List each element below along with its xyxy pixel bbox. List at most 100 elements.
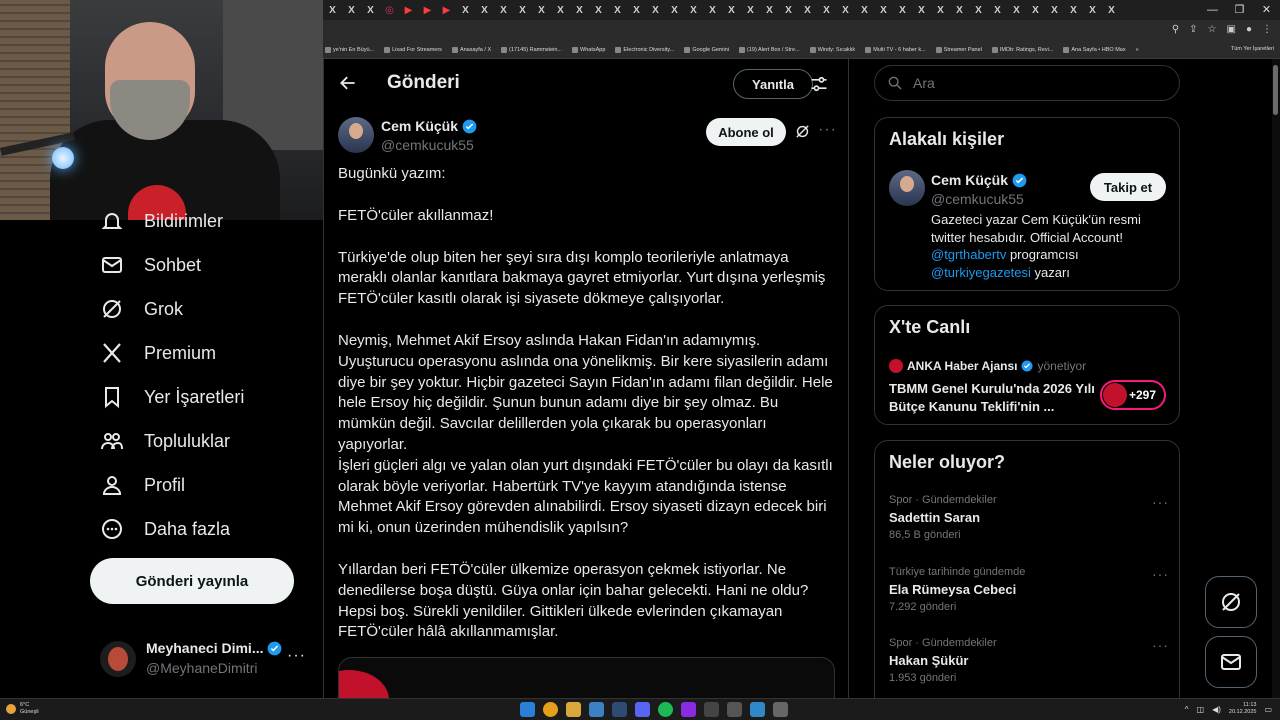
subscribe-button[interactable]: Abone ol (706, 118, 786, 146)
browser-tab[interactable]: X (798, 0, 817, 20)
nav-item-premium[interactable]: Premium (100, 339, 216, 367)
scrollbar-thumb[interactable] (1273, 65, 1278, 115)
browser-tab[interactable]: X (532, 0, 551, 20)
sliders-icon[interactable] (809, 74, 829, 94)
browser-tab[interactable]: ◎ (380, 0, 399, 20)
browser-tab[interactable]: ▶ (437, 0, 456, 20)
bookmark-item[interactable]: Anasayfa / X (451, 47, 491, 53)
extensions-icon[interactable]: ▣ (1227, 24, 1236, 35)
bio-mention-link[interactable]: @turkiyegazetesi (931, 265, 1031, 280)
all-bookmarks-button[interactable]: Tüm Yer İşaretleri (1231, 46, 1274, 52)
browser-tab[interactable]: ▶ (399, 0, 418, 20)
live-listener-count[interactable]: +297 (1100, 380, 1166, 410)
nav-item-profile[interactable]: Profil (100, 471, 185, 499)
windows-start-icon[interactable] (520, 702, 535, 717)
bookmark-item[interactable]: Multi TV - 6 haber k... (865, 47, 926, 53)
trend-item[interactable]: Türkiye tarihinde gündemde Ela Rümeysa C… (889, 566, 1169, 613)
bio-mention-link[interactable]: @tgrthabertv (931, 247, 1006, 262)
bookmark-item[interactable]: Google Gemini (684, 47, 729, 53)
app-icon[interactable] (589, 702, 604, 717)
menu-icon[interactable]: ⋮ (1262, 24, 1272, 35)
more-options-icon[interactable]: ··· (1152, 566, 1169, 582)
nav-item-communities[interactable]: Topluluklar (100, 427, 230, 455)
bookmark-item[interactable]: (19) Alert Box / Stre... (739, 47, 800, 53)
bookmark-item[interactable]: Streamer Panel (935, 47, 982, 53)
grok-icon[interactable] (794, 123, 811, 140)
folder-icon[interactable] (566, 702, 581, 717)
browser-tab[interactable]: X (665, 0, 684, 20)
app-icon[interactable] (681, 702, 696, 717)
more-options-icon[interactable]: ··· (1152, 494, 1169, 510)
more-options-icon[interactable]: ··· (287, 647, 306, 665)
minimize-button[interactable]: — (1199, 0, 1226, 20)
post-media[interactable] (338, 657, 835, 698)
avatar[interactable] (889, 170, 925, 206)
related-name-row[interactable]: Cem Küçük (931, 172, 1027, 188)
nav-item-messages[interactable]: Sohbet (100, 251, 201, 279)
nav-item-more[interactable]: Daha fazla (100, 515, 230, 543)
page-scrollbar[interactable] (1272, 59, 1280, 698)
weather-widget[interactable]: 6°C Güneşli (6, 702, 39, 716)
bookmark-item[interactable]: ye'nin En Büyü... (325, 47, 374, 53)
account-switcher[interactable]: Meyhaneci Dimi... @MeyhaneDimitri ··· (100, 635, 310, 683)
bookmark-item[interactable]: WhatsApp (572, 47, 605, 53)
trend-item[interactable]: Spor · Gündemdekiler Hakan Şükür 1.953 g… (889, 637, 1169, 684)
profile-icon[interactable]: ● (1246, 24, 1252, 35)
trend-item[interactable]: Spor · Gündemdekiler Sadettin Saran 86,5… (889, 494, 1169, 541)
browser-tab[interactable]: X (893, 0, 912, 20)
post-button[interactable]: Gönderi yayınla (90, 558, 294, 604)
notifications-icon[interactable]: ▭ (1264, 705, 1272, 714)
bookmark-item[interactable]: Windy: Sıcaklık (809, 47, 855, 53)
browser-tab[interactable]: X (494, 0, 513, 20)
browser-tab[interactable]: X (1102, 0, 1121, 20)
volume-icon[interactable]: ◀) (1212, 705, 1221, 714)
app-icon[interactable] (773, 702, 788, 717)
spotify-icon[interactable] (658, 702, 673, 717)
steam-icon[interactable] (612, 702, 627, 717)
browser-tab[interactable]: X (1007, 0, 1026, 20)
grok-fab-button[interactable] (1205, 576, 1257, 628)
browser-tab[interactable]: X (1026, 0, 1045, 20)
discord-icon[interactable] (635, 702, 650, 717)
bookmark-item[interactable]: Lixad For Streamers (384, 47, 442, 53)
share-icon[interactable]: ⇪ (1189, 24, 1197, 35)
browser-tab[interactable]: X (608, 0, 627, 20)
browser-tab[interactable]: X (836, 0, 855, 20)
browser-tab[interactable]: X (741, 0, 760, 20)
app-icon[interactable] (727, 702, 742, 717)
author-name-row[interactable]: Cem Küçük (381, 118, 477, 134)
search-input[interactable]: Ara (874, 65, 1180, 101)
nav-item-grok[interactable]: Grok (100, 295, 183, 323)
browser-tab[interactable]: X (361, 0, 380, 20)
app-icon[interactable] (750, 702, 765, 717)
bookmarks-overflow-button[interactable]: » (1136, 47, 1139, 53)
browser-tab[interactable]: X (1045, 0, 1064, 20)
browser-tab[interactable]: X (950, 0, 969, 20)
bookmark-item[interactable]: (17145) Rammstein... (501, 47, 562, 53)
browser-tab[interactable]: X (1083, 0, 1102, 20)
browser-tab[interactable]: X (684, 0, 703, 20)
browser-tab[interactable]: ▶ (418, 0, 437, 20)
bookmark-item[interactable]: IMDb: Ratings, Revi... (991, 47, 1053, 53)
address-bar[interactable]: ⚲ ⇪ ☆ ▣ ● ⋮ (323, 20, 1280, 42)
more-options-icon[interactable]: ··· (818, 121, 837, 139)
live-on-x-card[interactable]: X'te Canlı ANKA Haber Ajansı yönetiyor T… (874, 305, 1180, 425)
clock[interactable]: 11:13 20.12.2025 (1229, 702, 1257, 716)
browser-tab[interactable]: X (779, 0, 798, 20)
reply-button[interactable]: Yanıtla (733, 69, 813, 99)
chevron-up-icon[interactable]: ^ (1185, 705, 1189, 714)
browser-tab[interactable]: X (551, 0, 570, 20)
browser-tab[interactable]: X (969, 0, 988, 20)
browser-tab[interactable]: X (988, 0, 1007, 20)
browser-tab[interactable]: X (1064, 0, 1083, 20)
browser-tab[interactable]: X (760, 0, 779, 20)
close-window-button[interactable]: ✕ (1253, 0, 1280, 20)
avatar[interactable] (338, 117, 374, 153)
maximize-button[interactable]: ❐ (1226, 0, 1253, 20)
browser-tab[interactable]: X (627, 0, 646, 20)
nav-item-bookmarks[interactable]: Yer İşaretleri (100, 383, 244, 411)
browser-tab[interactable]: X (703, 0, 722, 20)
more-options-icon[interactable]: ··· (1152, 637, 1169, 653)
network-icon[interactable]: ◫ (1197, 705, 1205, 714)
bookmark-item[interactable]: Ana Sayfa • HBO Max (1063, 47, 1126, 53)
